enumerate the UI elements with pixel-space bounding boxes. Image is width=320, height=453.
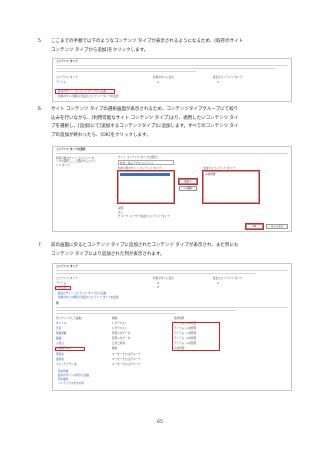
select-content-types-screenshot: コンテンツ タイプの選択 利用可能なサイト コンテンツ タイプの選択 ここで選択…	[52, 146, 292, 232]
col-header: 既定のコンテンツ タイプ	[213, 277, 243, 280]
step-text-line: ここまでの手順で以下のようなコンテンツ タイプが表示されるようになるため、[既存…	[51, 39, 244, 44]
description-value: なし	[118, 211, 124, 214]
group-label: サイト コンテンツ タイプの選択元:	[118, 156, 160, 159]
check-icon: ✔	[157, 285, 160, 289]
columns-header: 列 (クリックして編集) 種類 使用場所	[56, 317, 185, 320]
list-settings-screenshot: コンテンツ タイプ コンテンツ タイプ 新規ボタンに表示 既定のコンテンツ タイ…	[52, 263, 292, 391]
check-icon: ✔	[217, 80, 220, 84]
add-existing-content-type-link[interactable]: 既存のサイト コンテンツ タイプから追加	[58, 90, 106, 93]
remove-button[interactable]: < 削除	[179, 186, 197, 191]
group-footer: グループ: ユーザー指定のコンテンツ タイプ	[118, 215, 170, 218]
table-row[interactable]: 更新者 ユーザーまたはグループ	[56, 358, 288, 362]
highlight-box	[178, 178, 198, 185]
col-header: 新規ボタンに表示	[153, 277, 174, 280]
footer-link[interactable]: インデックス付きの列	[58, 382, 84, 385]
highlight-box	[245, 223, 264, 230]
step-text-line: プの追加が終わったら、[OK]をクリックします。	[51, 132, 151, 138]
section-title: コンテンツ タイプ	[56, 265, 78, 268]
table-row[interactable]: チェックアウト先 ユーザーまたはグループ	[56, 363, 288, 367]
highlight-box	[172, 321, 220, 351]
col-header: コンテンツ タイプ	[56, 76, 78, 79]
footer-link[interactable]: 列の作成	[58, 370, 68, 373]
step-number: 6.	[38, 107, 43, 112]
step-text-line: 前の画面に戻るとコンテンツ タイプに追加されたコンテンツ タイプが表示され、また…	[51, 243, 239, 248]
page-number: 65	[157, 420, 163, 425]
footer-link[interactable]: 列の順序	[58, 378, 68, 381]
step-text-line: プを選択し、[追加]にて[追加するコンテンツタイプ]に追加します。すべてのコンテ…	[51, 124, 239, 130]
cancel-button[interactable]: キャンセル	[266, 224, 288, 229]
step-text-line: 込みを行いながら、[利用可能なサイト コンテンツ タイプ]より、適用したいコンテ…	[51, 115, 239, 121]
step-number: 5.	[38, 39, 43, 44]
content-type-screenshot: コンテンツ タイプ コンテンツ タイプ 新規ボタンに表示 既定のコンテンツ タイ…	[52, 58, 292, 102]
footer-link[interactable]: 既存のサイトの列から追加	[58, 374, 89, 377]
check-icon: ✔	[217, 281, 220, 285]
section-title: コンテンツ タイプの選択	[56, 148, 86, 151]
section-title: コンテンツ タイプ	[56, 60, 78, 63]
description-label: 説明:	[118, 207, 125, 210]
content-type-link[interactable]: アイテム	[56, 81, 66, 84]
col-header: 新規ボタンに表示	[153, 76, 174, 79]
col-header: コンテンツ タイプ	[56, 277, 78, 280]
step-number: 7.	[38, 243, 43, 248]
add-existing-content-type-link[interactable]: 既存のサイト コンテンツ タイプから追加	[58, 292, 106, 295]
step-text-line: コンテンツ タイプにより追加された列が表示されます。	[51, 251, 165, 257]
group-select[interactable]: 社内 - 電子アクスコンテンツ	[118, 160, 174, 165]
columns-title: 列	[56, 302, 59, 305]
highlight-box	[55, 346, 85, 351]
table-row[interactable]: 登録者 ユーザーまたはグループ	[56, 353, 288, 357]
highlight-box	[117, 170, 175, 204]
change-order-link[interactable]: 新規ボタンの順序と既定のコンテンツ タイプの変更	[58, 296, 118, 299]
highlight-box	[202, 170, 260, 204]
change-order-link[interactable]: 新規ボタンの順序と既定のコンテンツ タイプの変更	[58, 95, 118, 98]
check-icon: ✔	[157, 80, 160, 84]
step-text-line: コンテンツ タイプから追加]をクリックします。	[51, 47, 149, 53]
highlight-box	[55, 285, 71, 290]
col-header: 既定のコンテンツ タイプ	[213, 76, 243, 79]
left-label: 利用可能なサイト コンテンツ タイプの選択 ここで選択するコンテンツ タイプ	[56, 157, 96, 167]
step-text-line: サイト コンテンツ タイプの選択画面が表示されるため、コンテンツタイプグループに…	[51, 107, 239, 112]
